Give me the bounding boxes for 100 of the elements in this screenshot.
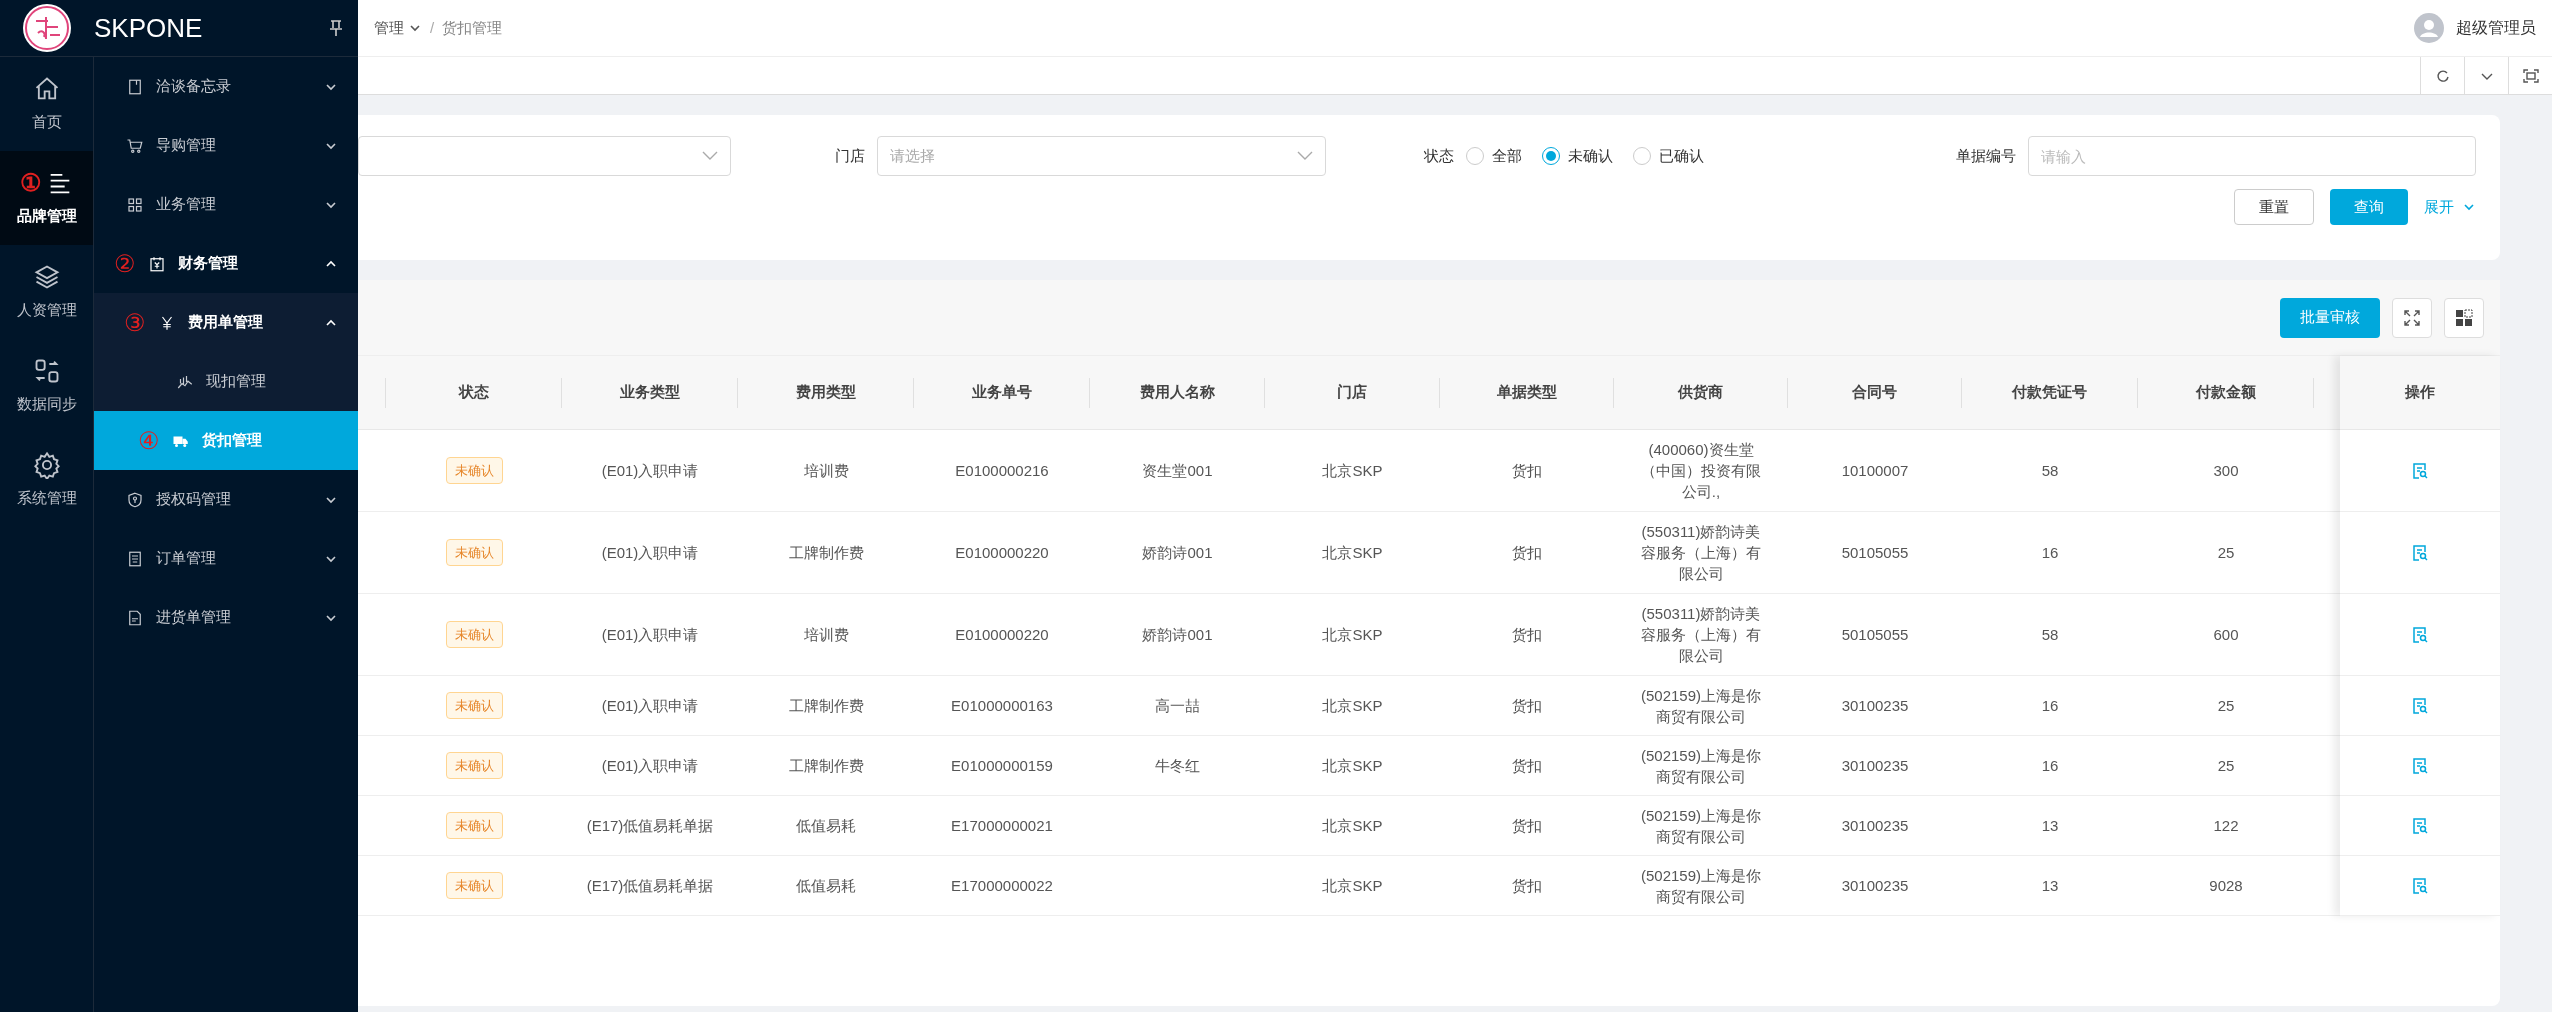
status-tag: 未确认: [445, 621, 503, 648]
table-cell-text: 58: [2041, 461, 2059, 481]
table-cell-text: 牛冬红: [1155, 756, 1200, 776]
nav-item[interactable]: 数据同步: [0, 339, 93, 433]
table-cell-text: E0100000220: [955, 625, 1049, 645]
cart-icon: [126, 136, 144, 155]
table-cell-text: 北京SKP: [1322, 876, 1383, 896]
view-icon: [2411, 876, 2429, 895]
table-cell-text: 600: [2213, 625, 2239, 645]
table-cell-text: 北京SKP: [1322, 696, 1383, 716]
column-header: 业务类型: [562, 377, 738, 408]
table-cell-text: 娇韵诗001: [1142, 625, 1213, 645]
breadcrumb-link[interactable]: 管理: [374, 16, 422, 40]
table-cell-text: 13: [2041, 876, 2059, 896]
store-placeholder: 请选择: [890, 145, 935, 166]
select-field[interactable]: [358, 136, 731, 176]
layout-button[interactable]: [2444, 297, 2484, 338]
view-button[interactable]: [2411, 756, 2429, 775]
chevron-down-icon: [702, 151, 718, 161]
annotation-marker: ③: [124, 310, 146, 335]
user-name[interactable]: 超级管理员: [2456, 16, 2536, 40]
status-tag: 未确认: [445, 812, 503, 839]
table-cell-text: (E01)入职申请: [601, 696, 699, 716]
menu-item[interactable]: 导购管理: [94, 116, 358, 175]
calendar-icon: [148, 254, 166, 273]
logo-icon: [22, 3, 72, 53]
column-header: 状态: [386, 377, 562, 408]
column-header: 费用类型: [738, 377, 914, 408]
radio-option[interactable]: 全部: [1466, 144, 1522, 168]
table-cell-text: (E01)入职申请: [601, 756, 699, 776]
menu-item[interactable]: 授权码管理: [94, 470, 358, 529]
table-cell-text: (E01)入职申请: [601, 625, 699, 645]
table-cell-text: 50105055: [1841, 625, 1909, 645]
table-cell-text: E0100000216: [955, 461, 1049, 481]
menu-item[interactable]: ③ 费用单管理: [94, 293, 358, 352]
table-cell-text: E17000000021: [951, 816, 1053, 836]
nav-item[interactable]: 人资管理: [0, 245, 93, 339]
table-cell-text: 高一喆: [1155, 696, 1200, 716]
column-header: 门店: [1265, 377, 1440, 408]
status-tag: 未确认: [445, 752, 503, 779]
radio-option[interactable]: 已确认: [1633, 144, 1704, 168]
table-cell-text: 北京SKP: [1322, 625, 1383, 645]
table-cell-text: 资生堂001: [1142, 461, 1213, 481]
refresh-icon: [2435, 68, 2450, 83]
status-tag: 未确认: [445, 539, 503, 566]
column-header: 业务单号: [914, 377, 1090, 408]
view-button[interactable]: [2411, 625, 2429, 644]
menu-item[interactable]: ② 财务管理: [94, 234, 358, 293]
radio-option[interactable]: 未确认: [1542, 144, 1613, 168]
view-button[interactable]: [2411, 816, 2429, 835]
table-cell-text: 16: [2041, 696, 2059, 716]
doc-number-input[interactable]: 请输入: [2028, 136, 2476, 176]
table-cell-text: 培训费: [803, 625, 849, 645]
annotation-marker: ④: [138, 428, 160, 453]
column-header: 费用人名称: [1090, 377, 1265, 408]
breadcrumb-link[interactable]: 货扣管理: [442, 16, 503, 40]
nav-item[interactable]: 系统管理: [0, 433, 93, 527]
notebook-icon: [126, 77, 144, 96]
status-label: 状态: [1424, 145, 1454, 166]
avatar-icon[interactable]: [2414, 13, 2444, 43]
menu-item[interactable]: 订单管理: [94, 529, 358, 588]
table-cell-text: 25: [2217, 696, 2235, 716]
table-cell-text: 10100007: [1841, 461, 1909, 481]
expand-button[interactable]: [2392, 297, 2432, 338]
table-cell-text: (E01)入职申请: [601, 543, 699, 563]
menu-item[interactable]: 进货单管理: [94, 588, 358, 647]
view-button[interactable]: [2411, 876, 2429, 895]
nav-item[interactable]: 首页: [0, 57, 93, 151]
table-cell-text: (502159)上海是你商贸有限公司: [1639, 865, 1762, 907]
nav-item[interactable]: ① 品牌管理: [0, 151, 93, 245]
table-cell-text: 低值易耗: [796, 876, 856, 896]
column-header: 付款金额: [2138, 377, 2314, 408]
menu-item[interactable]: 业务管理: [94, 175, 358, 234]
table-cell-text: 9028: [2209, 876, 2243, 896]
menu-item[interactable]: 洽谈备忘录: [94, 57, 358, 116]
view-icon: [2411, 816, 2429, 835]
view-button[interactable]: [2411, 461, 2429, 480]
table-cell-text: 培训费: [803, 461, 849, 481]
table-cell-text: 30100235: [1841, 756, 1909, 776]
grid-icon: [2455, 308, 2473, 327]
table-cell-text: (502159)上海是你商贸有限公司: [1639, 745, 1762, 787]
settings-icon: [32, 450, 61, 479]
table-cell-text: 货扣: [1512, 625, 1542, 645]
table-cell-text: 30100235: [1841, 696, 1909, 716]
table-cell-text: 122: [2213, 816, 2239, 836]
table-cell-text: 16: [2041, 756, 2059, 776]
table-cell-text: 16: [2041, 543, 2059, 563]
column-header: 供货商: [1614, 377, 1788, 408]
brand-name: SKPONE: [94, 11, 204, 45]
view-icon: [2411, 625, 2429, 644]
annotation-marker: ②: [114, 251, 136, 276]
column-header: 合同号: [1788, 377, 1962, 408]
status-tag: 未确认: [445, 872, 503, 899]
breadcrumb-separator: /: [430, 17, 435, 38]
menu-item[interactable]: 现扣管理: [94, 352, 358, 411]
table-cell-text: 货扣: [1512, 696, 1542, 716]
reset-button[interactable]: 重置: [2234, 189, 2314, 225]
table-cell-text: 娇韵诗001: [1142, 543, 1213, 563]
view-button[interactable]: [2411, 696, 2429, 715]
view-button[interactable]: [2411, 543, 2429, 562]
